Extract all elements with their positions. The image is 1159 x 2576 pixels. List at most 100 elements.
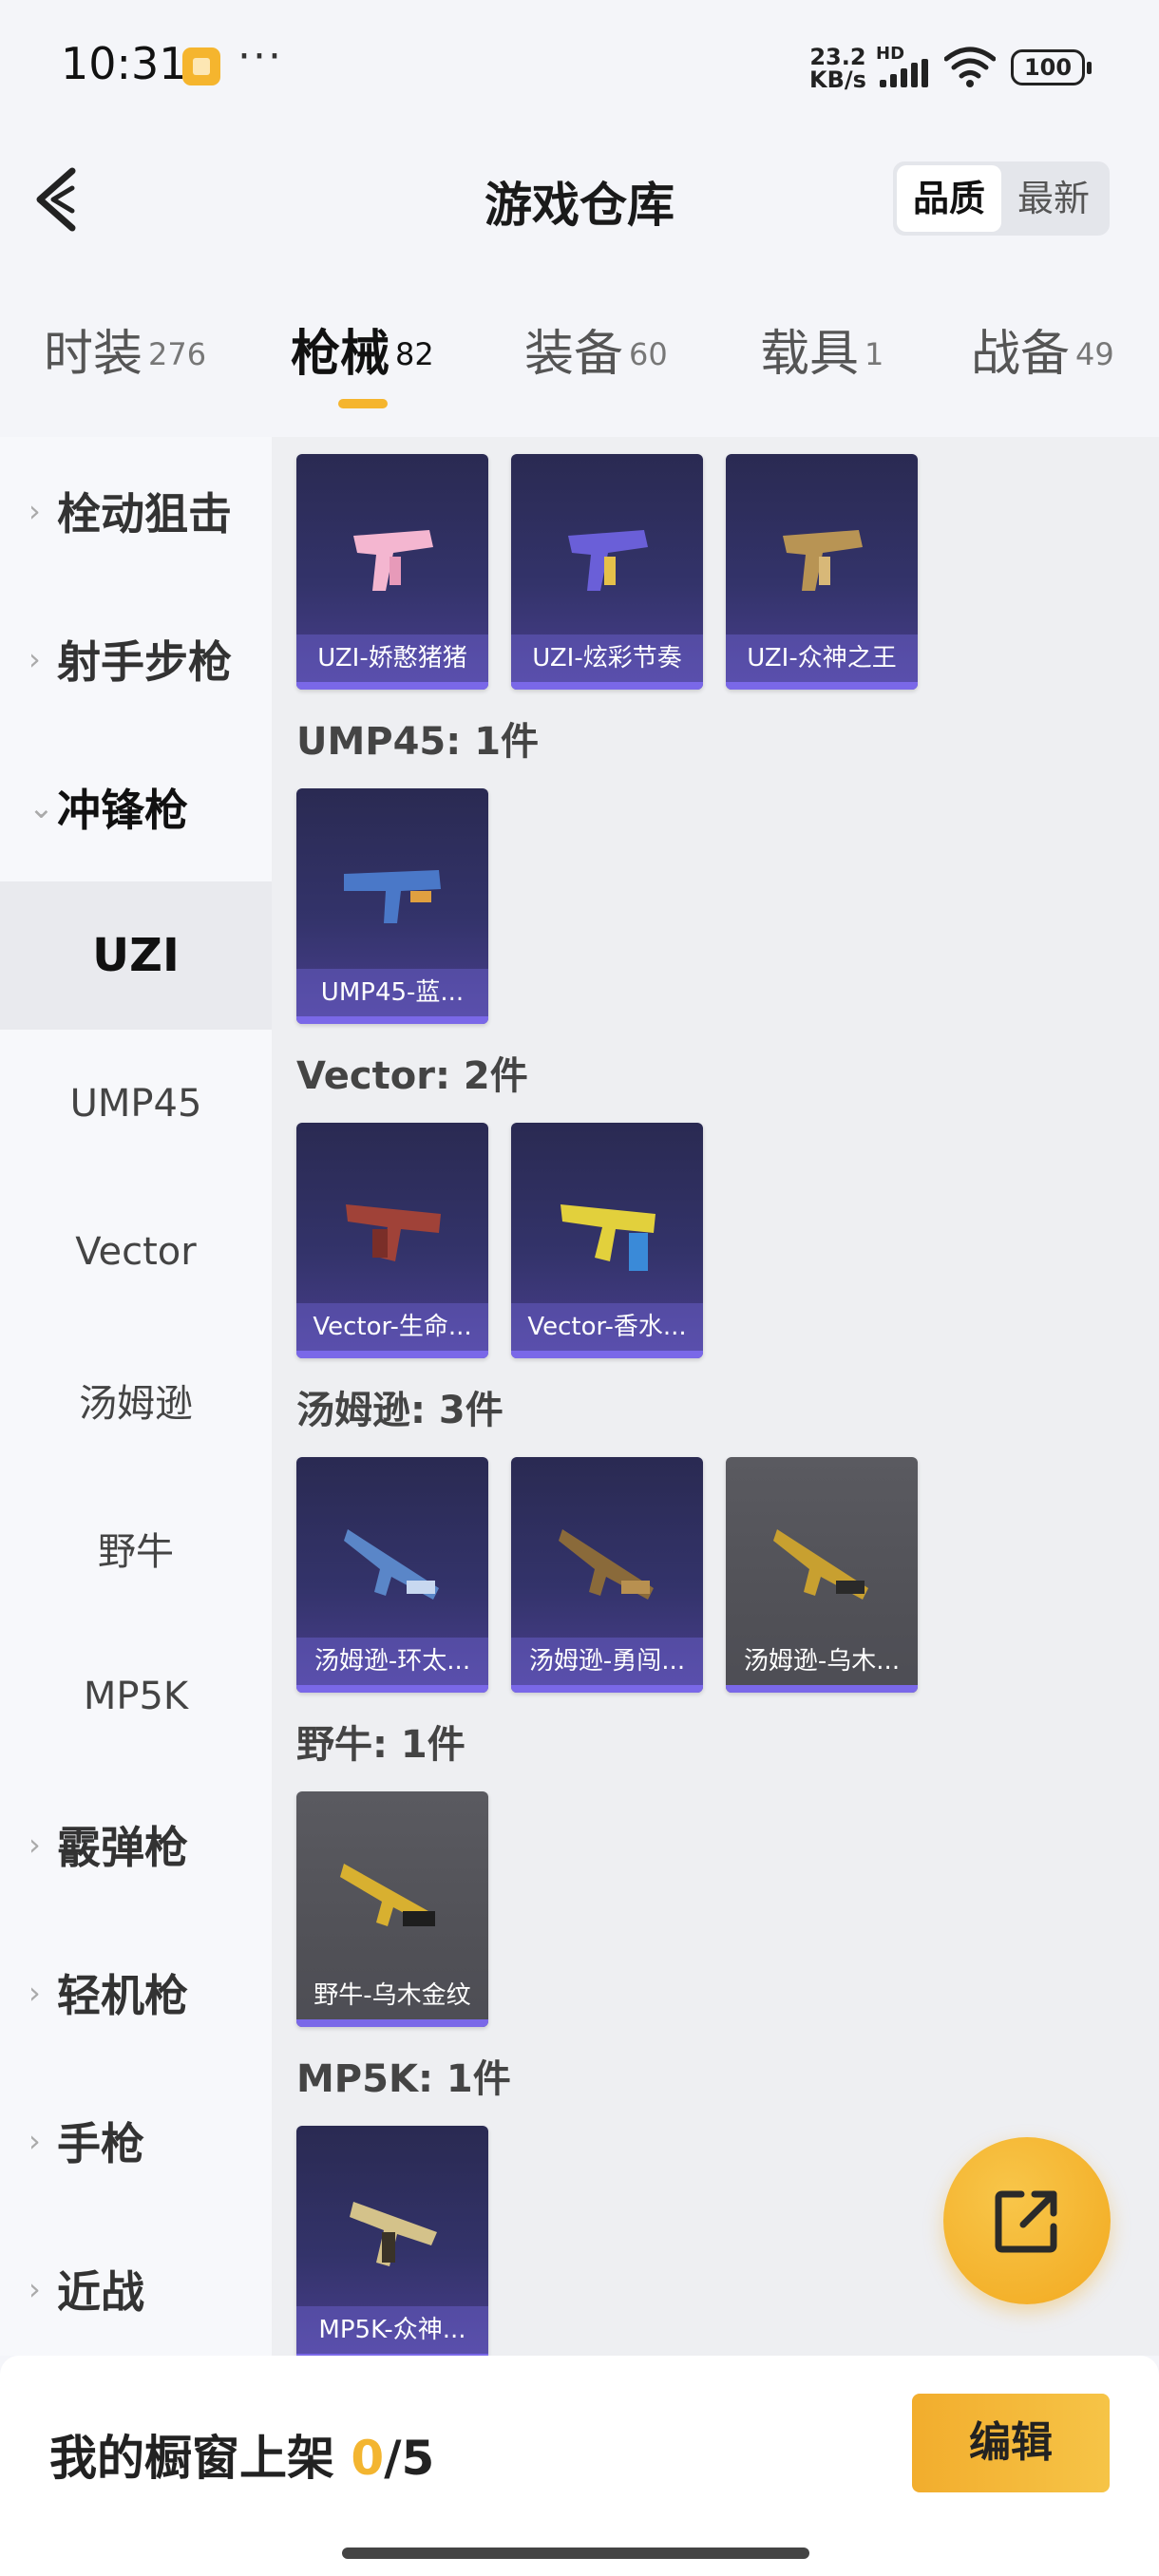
sidebar-item-melee[interactable]: › 近战	[0, 2215, 272, 2363]
signal-icon	[880, 59, 931, 87]
tab-label: 时装	[44, 326, 143, 383]
skin-name: 汤姆逊-勇闯...	[511, 1638, 703, 1685]
network-speed: 23.2 KB/s	[809, 46, 866, 91]
share-icon	[995, 2190, 1057, 2253]
skin-card[interactable]: UZI-众神之王	[726, 454, 918, 690]
section-title-thompson: 汤姆逊: 3件	[296, 1389, 504, 1432]
smg-weapon-icon	[346, 1204, 441, 1261]
sidebar-item-ump45[interactable]: UMP45	[0, 1030, 272, 1178]
skin-card[interactable]: 汤姆逊-勇闯...	[511, 1457, 703, 1693]
sidebar-item-pistol[interactable]: › 手枪	[0, 2067, 272, 2215]
rarity-strip	[726, 1685, 918, 1693]
skin-card[interactable]: UZI-炫彩节奏	[511, 454, 703, 690]
smg-weapon-icon	[340, 1864, 435, 1926]
sidebar-item-label: 栓动狙击	[57, 488, 232, 540]
active-tab-indicator	[338, 399, 388, 408]
section-title-mp5k: MP5K: 1件	[296, 2057, 511, 2101]
rarity-strip	[296, 1016, 488, 1024]
skin-card[interactable]: 汤姆逊-乌木...	[726, 1457, 918, 1693]
rarity-strip	[511, 1685, 703, 1693]
chevron-right-icon: ›	[28, 493, 41, 529]
sidebar-item-dmr[interactable]: › 射手步枪	[0, 585, 272, 733]
sidebar-item-label: 轻机枪	[57, 1970, 188, 2021]
category-tabs: 时装 276 枪械 82 装备 60 载具 1 战备 49	[0, 313, 1159, 418]
skin-card[interactable]: 野牛-乌木金纹	[296, 1791, 488, 2027]
rarity-strip	[726, 682, 918, 690]
smg-weapon-icon	[783, 530, 863, 591]
smg-weapon-icon	[350, 2202, 437, 2266]
smg-weapon-icon	[773, 1529, 868, 1600]
smg-weapon-icon	[559, 1529, 654, 1600]
tab-guns[interactable]: 枪械 82	[291, 313, 434, 385]
sidebar-item-vector[interactable]: Vector	[0, 1178, 272, 1326]
rarity-strip	[511, 682, 703, 690]
tab-fashion[interactable]: 时装 276	[44, 313, 206, 385]
chevron-right-icon: ›	[28, 2271, 41, 2307]
smg-weapon-icon	[344, 870, 441, 923]
skin-card[interactable]: UMP45-蓝...	[296, 788, 488, 1024]
sort-by-newest-button[interactable]: 最新	[1001, 165, 1106, 232]
skin-name: 野牛-乌木金纹	[296, 1972, 488, 2019]
status-time: 10:31	[61, 38, 187, 89]
sidebar-item-shotgun[interactable]: › 霰弹枪	[0, 1771, 272, 1919]
sort-by-quality-button[interactable]: 品质	[897, 165, 1001, 232]
tab-count: 49	[1075, 335, 1114, 372]
sidebar-item-label: 冲锋枪	[57, 785, 188, 836]
sort-toggle[interactable]: 品质 最新	[893, 161, 1110, 236]
skin-card[interactable]: Vector-生命...	[296, 1123, 488, 1358]
sidebar-item-uzi[interactable]: UZI	[0, 881, 272, 1030]
rarity-strip	[296, 1351, 488, 1358]
showcase-status: 我的橱窗上架 0/5	[49, 2420, 434, 2489]
sidebar-item-label: 近战	[57, 2266, 144, 2318]
tab-supplies[interactable]: 战备 49	[971, 313, 1114, 385]
sidebar-item-label: 霰弹枪	[57, 1822, 188, 1873]
skin-card[interactable]: 汤姆逊-环太...	[296, 1457, 488, 1693]
home-indicator[interactable]	[342, 2548, 809, 2559]
skin-card[interactable]: MP5K-众神...	[296, 2126, 488, 2361]
rarity-strip	[511, 1351, 703, 1358]
skin-name: Vector-香水...	[511, 1303, 703, 1351]
rarity-strip	[296, 1685, 488, 1693]
tab-equipment[interactable]: 装备 60	[524, 313, 668, 385]
share-button[interactable]	[943, 2137, 1111, 2304]
section-title-vector: Vector: 2件	[296, 1054, 528, 1098]
tab-label: 装备	[524, 326, 624, 383]
weapon-skin-grid: UZI-娇憨猪猪 UZI-炫彩节奏 UZI-众神之王 UMP45: 1件 UMP…	[272, 437, 1159, 2361]
chevron-right-icon: ›	[28, 1975, 41, 2011]
tab-count: 60	[629, 335, 668, 372]
sidebar-item-mp5k[interactable]: MP5K	[0, 1622, 272, 1771]
showcase-current-count: 0	[351, 2431, 385, 2486]
showcase-total: /5	[384, 2431, 435, 2486]
notification-app-icon	[182, 47, 220, 85]
showcase-label: 我的橱窗上架	[49, 2431, 334, 2486]
smg-weapon-icon	[560, 1204, 656, 1271]
skin-name: Vector-生命...	[296, 1303, 488, 1351]
skin-name: MP5K-众神...	[296, 2306, 488, 2354]
tab-count: 82	[395, 335, 434, 372]
sidebar-item-bolt-sniper[interactable]: › 栓动狙击	[0, 437, 272, 585]
chevron-right-icon: ›	[28, 641, 41, 677]
skin-name: 汤姆逊-乌木...	[726, 1638, 918, 1685]
skin-card[interactable]: UZI-娇憨猪猪	[296, 454, 488, 690]
sidebar-item-thompson[interactable]: 汤姆逊	[0, 1326, 272, 1474]
more-notifications-icon: ···	[238, 32, 283, 81]
tab-label: 枪械	[291, 326, 390, 383]
sidebar-item-smg[interactable]: ⌄ 冲锋枪	[0, 733, 272, 881]
network-speed-value: 23.2	[809, 44, 866, 70]
skin-card[interactable]: Vector-香水...	[511, 1123, 703, 1358]
tab-vehicles[interactable]: 载具 1	[760, 313, 884, 385]
sidebar-item-bizon[interactable]: 野牛	[0, 1474, 272, 1622]
edit-button[interactable]: 编辑	[912, 2394, 1110, 2492]
section-title-ump45: UMP45: 1件	[296, 720, 540, 764]
smg-weapon-icon	[568, 530, 648, 591]
sidebar-item-lmg[interactable]: › 轻机枪	[0, 1919, 272, 2067]
network-speed-unit: KB/s	[809, 66, 866, 93]
skin-name: UZI-娇憨猪猪	[296, 635, 488, 682]
chevron-right-icon: ›	[28, 1827, 41, 1863]
smg-weapon-icon	[353, 530, 433, 591]
wifi-icon	[944, 47, 996, 87]
section-title-bizon: 野牛: 1件	[296, 1723, 466, 1767]
chevron-right-icon: ›	[28, 2123, 41, 2159]
rarity-strip	[296, 2019, 488, 2027]
tab-count: 276	[148, 335, 207, 372]
